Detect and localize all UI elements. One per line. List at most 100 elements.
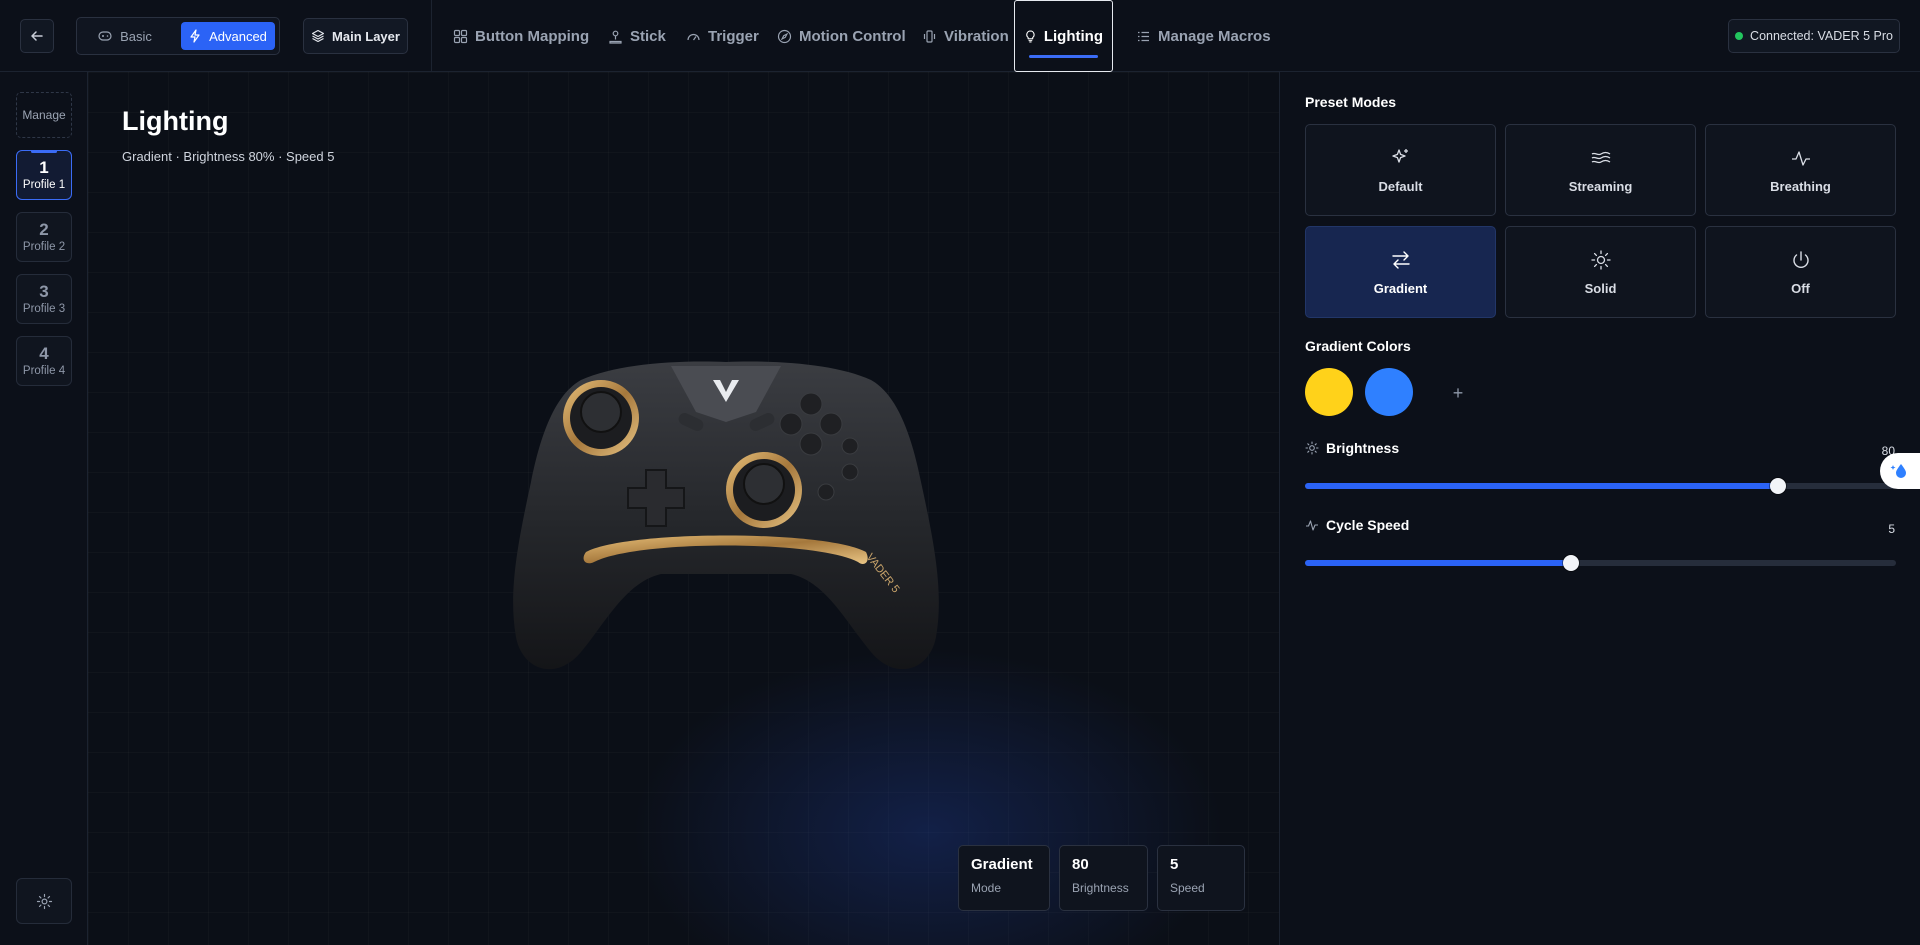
tab-manage-macros[interactable]: Manage Macros: [1136, 0, 1271, 72]
gradient-colors-heading: Gradient Colors: [1305, 338, 1411, 354]
lightbulb-icon: [1026, 29, 1035, 43]
main-layer-label: Main Layer: [332, 28, 400, 44]
vibration-icon: [923, 29, 936, 43]
manage-profiles-button[interactable]: Manage: [16, 92, 72, 138]
arrow-left-icon: [31, 31, 43, 41]
pulse-icon: [1791, 150, 1810, 166]
mode-switcher: Basic Advanced: [76, 17, 280, 55]
cycle-speed-label: Cycle Speed: [1326, 517, 1410, 533]
tab-motion-control[interactable]: Motion Control: [777, 0, 906, 72]
sun-icon: [1590, 249, 1611, 270]
slider-fill: [1305, 560, 1571, 566]
slider-thumb[interactable]: [1769, 478, 1786, 494]
lightning-icon: [190, 29, 200, 43]
stat-speed: 5 Speed: [1157, 845, 1245, 911]
preset-solid[interactable]: Solid: [1505, 226, 1696, 318]
preset-label: Gradient: [1373, 280, 1428, 296]
page-title: Lighting: [122, 106, 229, 136]
profile-item-4[interactable]: 4 Profile 4: [16, 336, 72, 386]
profile-label: Profile 3: [22, 303, 66, 315]
cycle-speed-heading: Cycle Speed: [1305, 517, 1409, 533]
controller-stage: Lighting Gradient · Brightness 80% · Spe…: [88, 72, 1279, 945]
joystick-icon: [609, 30, 622, 44]
profile-item-2[interactable]: 2 Profile 2: [16, 212, 72, 262]
preset-label: Off: [1791, 280, 1810, 296]
cycle-speed-slider[interactable]: [1305, 555, 1896, 571]
stat-label: Brightness: [1072, 881, 1129, 895]
preset-label: Streaming: [1568, 178, 1633, 194]
manage-label: Manage: [22, 108, 66, 122]
list-icon: [1138, 31, 1149, 41]
profile-item-1[interactable]: 1 Profile 1: [16, 150, 72, 200]
tab-button-mapping[interactable]: Button Mapping: [453, 0, 589, 72]
sparkles-icon: [1391, 148, 1408, 163]
profile-sidebar: Manage 1 Profile 1 2 Profile 2 3 Profile…: [0, 72, 88, 945]
stat-value: 5: [1170, 856, 1179, 873]
header-divider: [431, 0, 432, 72]
tab-label: Motion Control: [799, 27, 906, 45]
profile-label: Profile 2: [22, 241, 66, 253]
add-color-button[interactable]: +: [1443, 378, 1473, 408]
basic-mode-label: Basic: [120, 28, 152, 44]
gradient-color-swatch-1[interactable]: [1305, 368, 1353, 416]
layers-icon: [311, 29, 325, 43]
tab-lighting[interactable]: Lighting: [1014, 0, 1113, 72]
brightness-slider[interactable]: [1305, 478, 1896, 494]
floating-assist-button[interactable]: [1880, 453, 1920, 489]
tab-stick[interactable]: Stick: [608, 0, 666, 72]
connection-status: Connected: VADER 5 Pro: [1728, 19, 1900, 53]
stat-mode: Gradient Mode: [958, 845, 1050, 911]
page-subtitle: Gradient · Brightness 80% · Speed 5: [122, 149, 335, 164]
top-bar: Basic Advanced Main Layer Button Mapping: [0, 0, 1920, 72]
stat-brightness: 80 Brightness: [1059, 845, 1148, 911]
gear-icon: [36, 893, 52, 909]
preset-streaming[interactable]: Streaming: [1505, 124, 1696, 216]
profile-label: Profile 1: [22, 179, 66, 191]
preset-gradient[interactable]: Gradient: [1305, 226, 1496, 318]
droplet-sparkle-icon: [1890, 464, 1906, 478]
basic-mode-button[interactable]: Basic: [95, 22, 155, 50]
tab-label: Lighting: [1043, 27, 1103, 45]
waves-icon: [1591, 151, 1610, 163]
tab-label: Manage Macros: [1158, 27, 1271, 45]
grid-icon: [453, 29, 468, 43]
compass-icon: [777, 29, 792, 43]
connection-dot: [1735, 32, 1744, 40]
profile-number: 3: [39, 282, 49, 301]
profile-number: 1: [39, 158, 49, 177]
preset-default[interactable]: Default: [1305, 124, 1496, 216]
tab-label: Vibration: [944, 27, 1009, 45]
stat-value: 80: [1072, 856, 1089, 873]
main-layer-button[interactable]: Main Layer: [303, 18, 408, 54]
tab-label: Stick: [630, 27, 666, 45]
gamepad-icon: [98, 31, 112, 41]
tab-vibration[interactable]: Vibration: [922, 0, 1009, 72]
active-tab-indicator: [1029, 55, 1098, 58]
profile-item-3[interactable]: 3 Profile 3: [16, 274, 72, 324]
pulse-icon: [1306, 520, 1318, 531]
tab-label: Button Mapping: [475, 27, 590, 45]
active-profile-indicator: [31, 150, 57, 153]
gauge-icon: [687, 33, 700, 40]
preset-label: Default: [1378, 178, 1423, 194]
preset-label: Breathing: [1770, 178, 1831, 194]
tab-trigger[interactable]: Trigger: [686, 0, 759, 72]
slider-fill: [1305, 483, 1778, 489]
sun-icon: [1305, 441, 1319, 455]
stat-label: Speed: [1170, 881, 1205, 895]
gradient-color-swatch-2[interactable]: [1365, 368, 1413, 416]
preset-off[interactable]: Off: [1705, 226, 1896, 318]
profile-number: 2: [39, 220, 49, 239]
brightness-heading: Brightness: [1305, 440, 1399, 456]
preset-breathing[interactable]: Breathing: [1705, 124, 1896, 216]
back-button[interactable]: [20, 19, 54, 53]
slider-thumb[interactable]: [1562, 555, 1579, 571]
stat-value: Gradient: [971, 856, 1033, 873]
preset-label: Solid: [1584, 280, 1617, 296]
power-icon: [1792, 250, 1809, 268]
tab-label: Trigger: [708, 27, 759, 45]
advanced-mode-button[interactable]: Advanced: [181, 22, 275, 50]
settings-button[interactable]: [16, 878, 72, 924]
brightness-label: Brightness: [1326, 440, 1400, 456]
preset-modes-heading: Preset Modes: [1305, 94, 1397, 110]
